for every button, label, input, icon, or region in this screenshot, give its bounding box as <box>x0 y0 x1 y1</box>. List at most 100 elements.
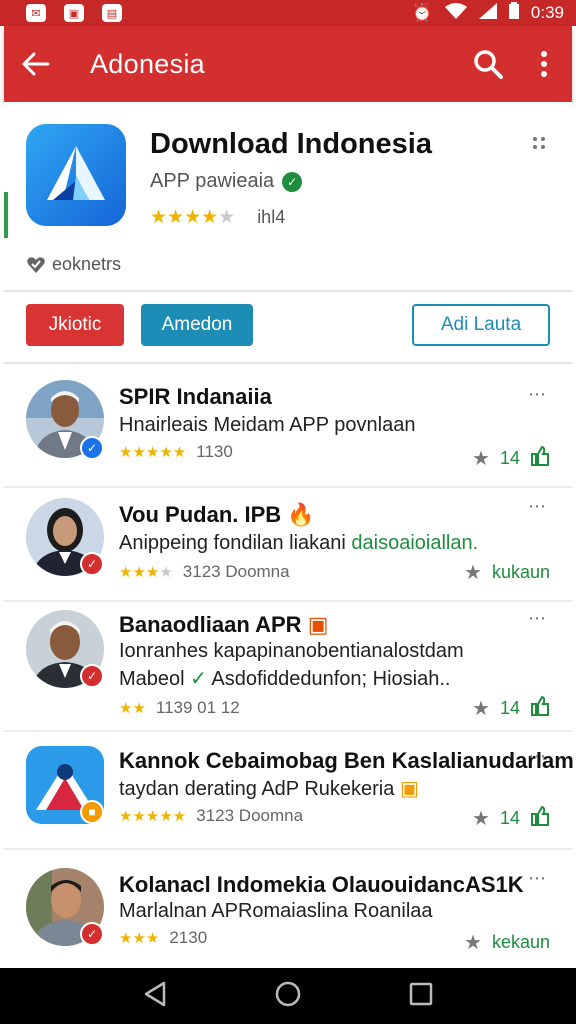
item-title: Banaodliaan APR ▣ <box>119 612 328 638</box>
item-description: Marlalnan APRomaiaslina Roanilaa <box>119 900 433 922</box>
app-developer: APP pawieaia <box>150 170 275 192</box>
security-text: eoknetrs <box>52 254 122 274</box>
rating-count: ihl4 <box>257 207 286 227</box>
rating-count: 3123 Doomna <box>196 806 304 825</box>
shop-icon: ▤ <box>102 4 122 22</box>
search-icon <box>474 50 503 79</box>
status-badge: ■ <box>80 800 104 824</box>
drag-handle-icon[interactable] <box>532 136 546 150</box>
rating-count: 1139 01 12 <box>155 698 240 717</box>
list-item[interactable]: ✓ Kolanacl Indomekia OlauouidancAS1K Mar… <box>4 850 572 968</box>
triangle-back-icon <box>145 981 166 1006</box>
thumb-up-icon[interactable] <box>530 805 550 831</box>
item-meta-text: 14 <box>499 448 520 468</box>
app-list: ✓ SPIR Indanaiia Hnairleais Meidam APP p… <box>4 364 574 968</box>
rating-count: 1130 <box>196 442 233 461</box>
status-badge: ✓ <box>80 436 104 460</box>
item-rating: ★★★★ 3123 Doomna <box>119 562 290 582</box>
item-description-highlight: daisoaioiallan. <box>351 532 479 554</box>
alarm-icon: ⏰ <box>411 3 433 22</box>
status-badge: ✓ <box>80 552 104 576</box>
rating-stars-icon: ★★★★ <box>119 564 173 581</box>
divider <box>4 290 572 292</box>
item-title: Vou Pudan. IPB 🔥 <box>119 502 315 528</box>
nav-home-button[interactable] <box>274 980 302 1013</box>
item-title: Kolanacl Indomekia OlauouidancAS1K <box>119 872 524 897</box>
item-meta-text: 14 <box>499 698 520 718</box>
more-icon[interactable]: ⋯ <box>528 608 546 629</box>
system-nav-bar <box>0 968 576 1024</box>
item-meta: ★ 14 <box>472 695 550 721</box>
primary-action-button[interactable]: Jkiotic <box>26 304 124 346</box>
arrow-back-icon <box>22 52 50 76</box>
list-item[interactable]: ■ Kannok Cebaimobag Ben Kaslalianudarlam… <box>4 732 574 848</box>
check-icon: ✓ <box>190 668 207 690</box>
rating-stars-icon: ★★★★★ <box>119 444 187 461</box>
nav-recents-button[interactable] <box>409 982 433 1011</box>
item-description-text: Mabeol <box>119 668 185 690</box>
item-description: Anippeing fondilan liakani daisoaioialla… <box>119 532 478 555</box>
item-rating: ★★★ 2130 <box>119 928 207 948</box>
item-description-rest: Asdofiddedunfon; Hiosiah.. <box>211 668 451 690</box>
list-item[interactable]: ✓ Banaodliaan APR ▣ Ionranhes kapapinano… <box>4 602 572 730</box>
fire-icon: 🔥 <box>287 502 315 527</box>
thumb-up-icon[interactable] <box>530 695 550 721</box>
nav-back-button[interactable] <box>143 981 167 1012</box>
list-item[interactable]: ✓ Vou Pudan. IPB 🔥 Anippeing fondilan li… <box>4 488 572 600</box>
status-badge: ✓ <box>80 922 104 946</box>
item-title-text: Banaodliaan APR <box>119 612 302 637</box>
item-meta-text: 14 <box>499 808 520 828</box>
accent-edge <box>4 192 8 238</box>
item-title-text: Vou Pudan. IPB <box>119 502 282 527</box>
overflow-menu-button[interactable] <box>516 26 572 102</box>
more-icon[interactable]: ⋯ <box>528 384 546 405</box>
list-item[interactable]: ✓ SPIR Indanaiia Hnairleais Meidam APP p… <box>4 364 572 486</box>
clock: 0:39 <box>530 3 564 22</box>
rating-count: 3123 Doomna <box>182 562 290 581</box>
gallery-icon: ▣ <box>64 4 84 22</box>
bag-icon: ▣ <box>399 778 419 800</box>
status-bar: ✉ ▣ ▤ ⏰ 0:39 <box>0 0 576 26</box>
item-meta: ★ 14 <box>472 445 550 471</box>
outline-action-button[interactable]: Adi Lauta <box>412 304 550 346</box>
action-bar: Jkiotic Amedon Adi Lauta <box>4 294 572 362</box>
item-description-line2: Mabeol ✓ Asdofiddedunfon; Hiosiah.. <box>119 666 450 691</box>
item-rating: ★★★★★ 1130 <box>119 442 233 462</box>
search-button[interactable] <box>460 26 516 102</box>
item-description: Hnairleais Meidam APP povnlaan <box>119 414 416 436</box>
app-logo-icon[interactable] <box>26 124 126 226</box>
rating-stars-icon: ★★ <box>119 700 146 717</box>
item-title: Kannok Cebaimobag Ben Kaslalianudarlam <box>119 748 574 773</box>
secondary-action-button[interactable]: Amedon <box>141 304 253 346</box>
star-icon[interactable]: ★ <box>472 696 490 721</box>
rating-stars-icon: ★★★ <box>119 930 160 947</box>
star-icon[interactable]: ★ <box>472 806 490 831</box>
app-toolbar: Adonesia <box>4 26 572 102</box>
app-title: Download Indonesia <box>150 128 432 160</box>
page-title: Adonesia <box>90 48 205 79</box>
circle-home-icon <box>275 981 301 1006</box>
item-meta: ★ kekaun <box>464 930 550 955</box>
item-meta-text[interactable]: kekaun <box>492 932 550 953</box>
more-icon[interactable]: ⋯ <box>528 868 546 889</box>
rating-count: 2130 <box>169 928 208 947</box>
item-description: Ionranhes kapapinanobentianalostdam <box>119 640 464 662</box>
star-icon[interactable]: ★ <box>472 446 490 471</box>
rating-stars-icon: ★★★★★ <box>150 207 236 228</box>
item-meta-text[interactable]: kukaun <box>492 562 550 583</box>
more-icon[interactable]: ⋯ <box>528 746 546 767</box>
rating-stars-icon: ★★★★★ <box>119 808 187 825</box>
shield-heart-icon <box>27 256 45 273</box>
security-label: eoknetrs <box>26 254 121 275</box>
item-description-text: taydan derating AdP Rukekeria <box>119 778 395 800</box>
signal-icon <box>478 2 497 24</box>
thumb-up-icon[interactable] <box>530 445 550 471</box>
star-icon[interactable]: ★ <box>464 930 482 955</box>
item-description: taydan derating AdP Rukekeria ▣ <box>119 776 419 801</box>
back-button[interactable] <box>4 26 68 102</box>
battery-icon <box>508 2 519 24</box>
more-icon[interactable]: ⋯ <box>528 496 546 517</box>
square-recents-icon <box>409 982 432 1005</box>
star-icon[interactable]: ★ <box>464 560 482 585</box>
more-vert-icon <box>541 51 547 77</box>
